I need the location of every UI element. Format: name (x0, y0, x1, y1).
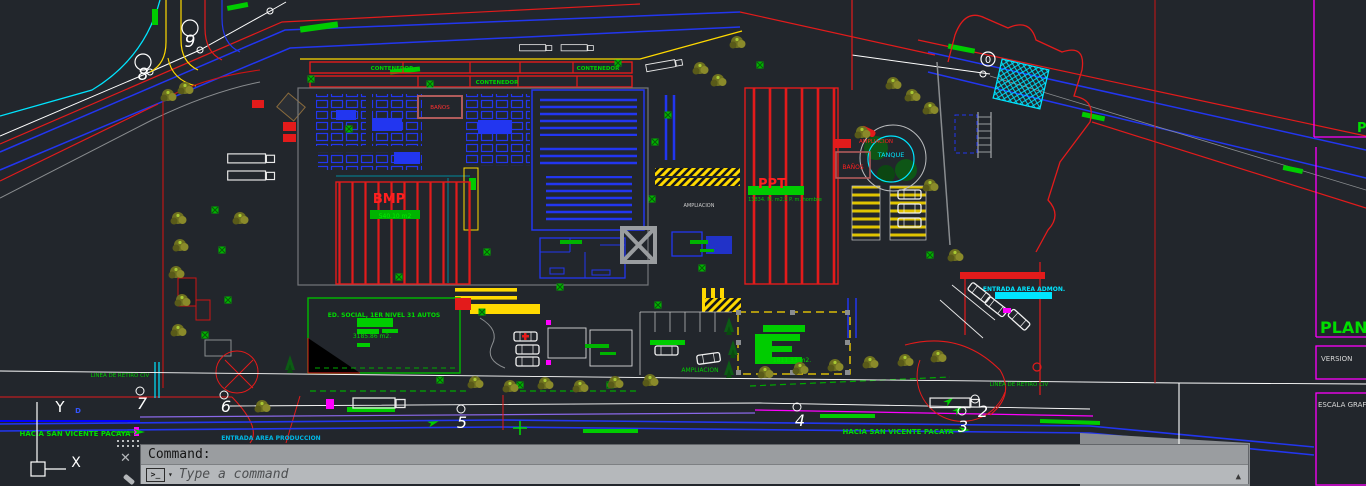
tank-roundabout: TANQUE BAÑOS AMPLIACION (835, 125, 926, 191)
command-history-row: Command: (141, 445, 1248, 465)
road-labels: LINEA DE RETIRO CIV LINEA DE RETIRO CIV … (19, 373, 1048, 442)
grid-bubble-6: 6 (221, 397, 231, 416)
command-input[interactable]: Type a command (179, 465, 289, 484)
road-d-label: D (75, 407, 81, 415)
title-block: P PLANTA VERSION ESCALA GRAFICA (1314, 0, 1366, 485)
sheet-title: PLANTA (1320, 318, 1366, 337)
escala-label: ESCALA GRAFICA (1318, 401, 1366, 409)
hacia-left-label: HACIA SAN VICENTE PACAYA (19, 430, 131, 438)
grid-bubble-3: 3 (958, 417, 968, 436)
grid-bubble-2: 2 (978, 402, 988, 421)
drawing-canvas[interactable]: CONTENEDOR CONTENEDOR CONTENEDOR BAÑOS (0, 0, 1366, 486)
command-scroll-up-icon[interactable]: ▲ (1236, 468, 1241, 486)
bmp-area-label: 540.10 m2 (379, 213, 412, 220)
ampliacion-small-label: AMPLIACION (684, 203, 715, 209)
palette-close-icon[interactable]: ✕ (120, 451, 131, 466)
ucs-x-label: X (71, 455, 81, 471)
ampliacion-red-label: AMPLIACION (859, 139, 893, 145)
ampliacion-area-label: 1811.33 m2. (773, 357, 811, 364)
parking-yellow-right (852, 186, 926, 240)
vegetation (161, 36, 964, 413)
ppt-note-label: 13834. M. m2.1 P. m. hombre (748, 197, 822, 203)
cli-dropdown-icon[interactable]: ▾ (168, 465, 173, 484)
ucs-y-label: Y (54, 398, 65, 416)
grid-bubble-8: 8 (138, 65, 149, 85)
containers-area: CONTENEDOR CONTENEDOR CONTENEDOR (300, 31, 742, 87)
autocad-window: CONTENEDOR CONTENEDOR CONTENEDOR BAÑOS (0, 0, 1366, 486)
contenedor-label: CONTENEDOR (371, 66, 414, 72)
entrada-admon-label: ENTRADA AREA ADMON. (983, 286, 1065, 293)
cli-icon[interactable]: >_ (146, 468, 165, 482)
grid-bubble-7: 7 (137, 394, 148, 413)
banos-label: BAÑOS (430, 104, 450, 111)
palette-grip[interactable] (117, 440, 139, 449)
titleblock-partial-label: P (1357, 121, 1366, 136)
bmp-label: BMP (373, 192, 405, 207)
command-window: Command: >_ ▾ Type a command ▲ (140, 444, 1249, 484)
entrada-produccion-label: ENTRADA AREA PRODUCCION (221, 435, 320, 442)
hacia-right-label: HACIA SAN VICENTE PACAYA (842, 428, 954, 436)
version-label: VERSION (1321, 355, 1352, 363)
admin-entrance: ENTRADA AREA ADMON. (905, 262, 1065, 421)
grid-bubble-9: 9 (185, 32, 196, 52)
grid-bubble-5: 5 (457, 413, 467, 432)
command-prompt: Command: (148, 447, 211, 462)
ampliacion-label: AMPLIACION (681, 367, 718, 374)
linea-retiro-right-label: LINEA DE RETIRO CIV (990, 382, 1049, 388)
ed-social-area-label: 3185.86 m2. (353, 333, 391, 340)
ppt-label: PPT (758, 177, 786, 192)
parking-bmp: BMP 540.10 m2 (336, 182, 470, 284)
linea-retiro-left-label: LINEA DE RETIRO CIV (91, 373, 150, 379)
contenedor-label: CONTENEDOR (476, 80, 519, 86)
grid-bubble-0: 0 (985, 55, 991, 66)
grid-bubble-4: 4 (795, 411, 805, 430)
command-input-row[interactable]: >_ ▾ Type a command ▲ (141, 465, 1248, 484)
contenedor-label: CONTENEDOR (577, 66, 620, 72)
ed-social-label: ED. SOCIAL, 1ER NIVEL 31 AUTOS (328, 312, 441, 319)
banos-right-label: BAÑOS (842, 164, 863, 171)
tanque-label: TANQUE (877, 151, 905, 159)
